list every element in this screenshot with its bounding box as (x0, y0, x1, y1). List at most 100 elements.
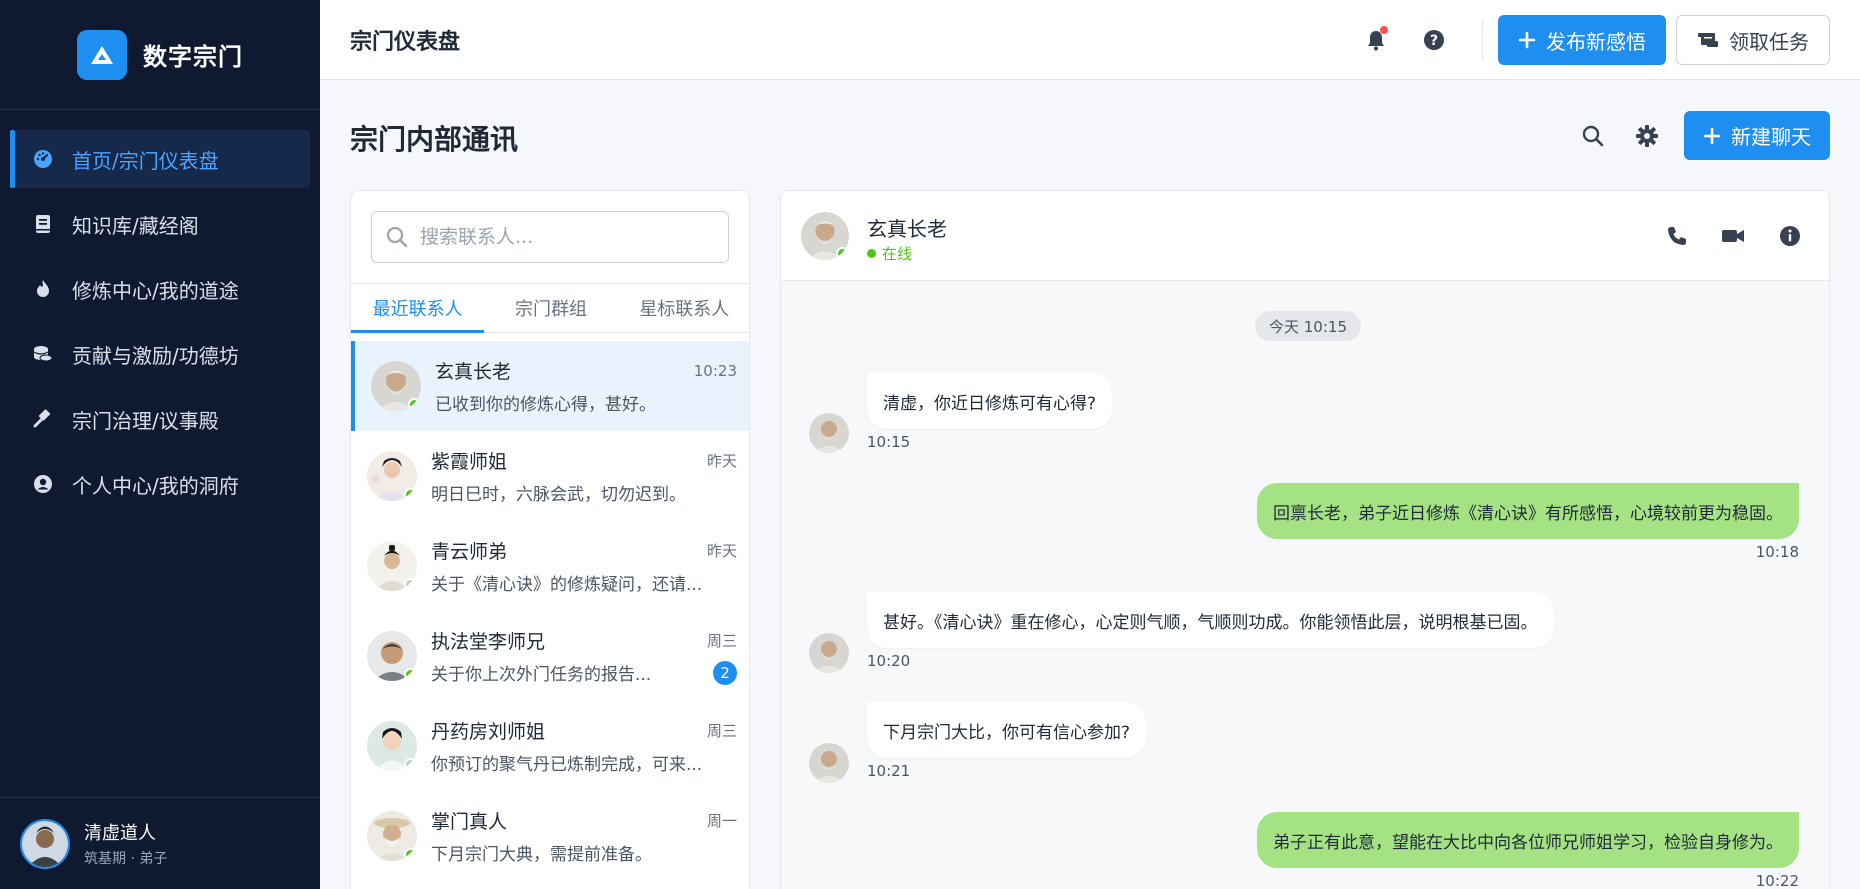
avatar (367, 631, 417, 681)
contact-last-message: 关于《清心诀》的修炼疑问，还请... (431, 575, 703, 595)
offline-status-dot (404, 758, 417, 771)
chat-header: 玄真长老 在线 (781, 191, 1829, 281)
message-bubble-outgoing: 弟子正有此意，望能在大比中向各位师兄师姐学习，检验自身修为。 (1257, 812, 1799, 868)
plus-icon (1518, 31, 1536, 49)
flame-icon (32, 278, 54, 300)
user-rank: 筑基期 · 弟子 (84, 851, 168, 867)
contact-item[interactable]: 玄真长老 10:23 已收到你的修炼心得，甚好。 (351, 341, 749, 431)
publish-insight-button[interactable]: 发布新感悟 (1498, 15, 1666, 65)
dashboard-gauge-icon (32, 148, 54, 170)
help-icon[interactable]: ? (1420, 26, 1448, 54)
message-bubble-incoming: 清虚，你近日修炼可有心得? (867, 373, 1113, 429)
chat-contact-name: 玄真长老 (867, 217, 947, 241)
sidebar-item-label: 首页/宗门仪表盘 (72, 148, 219, 173)
contact-item[interactable]: 执法堂李师兄 周三 关于你上次外门任务的报告... 2 (351, 611, 749, 701)
avatar (20, 818, 70, 869)
video-camera-icon[interactable] (1718, 221, 1748, 251)
contact-last-message: 关于你上次外门任务的报告... (431, 665, 652, 685)
contact-last-message: 已收到你的修炼心得，甚好。 (435, 395, 656, 415)
sidebar-nav: 首页/宗门仪表盘 知识库/藏经阁 修炼中心/我的道途 贡献与激励/功德坊 宗门治… (0, 110, 320, 513)
contact-search-input[interactable] (420, 226, 710, 248)
coins-icon (32, 343, 54, 365)
contact-item[interactable]: 青云师弟 昨天 关于《清心诀》的修炼疑问，还请... (351, 521, 749, 611)
contact-item[interactable]: 紫霞师姐 昨天 明日巳时，六脉会武，切勿迟到。 (351, 431, 749, 521)
page-title: 宗门内部通讯 (350, 123, 519, 156)
user-name: 清虚道人 (84, 823, 156, 844)
search-icon (386, 226, 408, 248)
contact-tabs: 最近联系人 宗门群组 星标联系人 (351, 283, 749, 333)
book-icon (32, 213, 54, 235)
message-bubble-incoming: 甚好。《清心诀》重在修心，心定则气顺，气顺则功成。你能领悟此层，说明根基已固。 (867, 592, 1554, 648)
avatar (367, 721, 417, 771)
sidebar-item-label: 宗门治理/议事殿 (72, 408, 219, 433)
sidebar-item-profile[interactable]: 个人中心/我的洞府 (10, 455, 310, 513)
contact-name: 紫霞师姐 (431, 451, 508, 473)
online-status-dot (404, 848, 417, 861)
user-circle-icon (32, 473, 54, 495)
current-user[interactable]: 清虚道人 筑基期 · 弟子 (0, 797, 320, 889)
message-time: 10:21 (867, 762, 911, 780)
sidebar-item-label: 个人中心/我的洞府 (72, 473, 239, 498)
sidebar-item-contribution[interactable]: 贡献与激励/功德坊 (10, 325, 310, 383)
sidebar: 数字宗门 首页/宗门仪表盘 知识库/藏经阁 修炼中心/我的道途 贡献与激励/功德… (0, 0, 320, 889)
contact-time: 10:23 (693, 361, 737, 380)
avatar (367, 451, 417, 501)
tab-recent[interactable]: 最近联系人 (351, 284, 485, 333)
header-divider (1482, 20, 1483, 60)
mountain-logo-icon (77, 29, 127, 80)
sidebar-item-knowledge[interactable]: 知识库/藏经阁 (10, 195, 310, 253)
tab-starred[interactable]: 星标联系人 (618, 284, 749, 332)
unread-badge: 2 (713, 660, 737, 685)
contacts-panel: 最近联系人 宗门群组 星标联系人 玄真长老 10:23 已收到你的修炼心得，甚好。… (350, 190, 750, 889)
publish-insight-label: 发布新感悟 (1546, 29, 1646, 54)
contact-item[interactable]: 丹药房刘师姐 周三 你预订的聚气丹已炼制完成，可来... (351, 701, 749, 791)
claim-task-label: 领取任务 (1729, 29, 1809, 54)
contact-time: 周三 (706, 722, 737, 740)
message-time: 10:20 (867, 652, 911, 670)
contact-time: 昨天 (706, 452, 737, 470)
contact-time: 周一 (706, 812, 737, 830)
avatar (801, 212, 849, 260)
search-icon[interactable] (1578, 121, 1608, 151)
page-header-title: 宗门仪表盘 (350, 30, 461, 55)
contact-last-message: 下月宗门大典，需提前准备。 (431, 845, 652, 865)
new-chat-button[interactable]: 新建聊天 (1684, 111, 1830, 160)
contact-item[interactable]: 掌门真人 周一 下月宗门大典，需提前准备。 (351, 791, 749, 881)
avatar (809, 743, 849, 783)
contact-list: 玄真长老 10:23 已收到你的修炼心得，甚好。 紫霞师姐 昨天 明日巳时，六脉会武… (351, 341, 749, 881)
brand-name: 数字宗门 (143, 43, 243, 71)
top-header: 宗门仪表盘 ? 发布新感悟 领取任务 (320, 0, 1860, 80)
plus-icon (1703, 127, 1721, 144)
info-icon[interactable] (1775, 221, 1805, 251)
sidebar-item-label: 修炼中心/我的道途 (72, 278, 239, 303)
brand[interactable]: 数字宗门 (0, 0, 320, 110)
contact-time: 昨天 (706, 542, 737, 560)
claim-task-button[interactable]: 领取任务 (1676, 15, 1830, 65)
message-bubble-incoming: 下月宗门大比，你可有信心参加? (867, 702, 1147, 758)
contact-search[interactable] (371, 211, 729, 263)
chat-online-status: 在线 (867, 243, 912, 264)
offline-status-dot (404, 578, 417, 591)
online-status-dot (404, 668, 417, 681)
avatar (809, 413, 849, 453)
message-time: 10:22 (1755, 872, 1799, 889)
gavel-icon (32, 408, 54, 430)
gear-icon[interactable] (1632, 121, 1662, 151)
message-bubble-outgoing: 回禀长老，弟子近日修炼《清心诀》有所感悟，心境较前更为稳固。 (1257, 483, 1799, 539)
sidebar-item-governance[interactable]: 宗门治理/议事殿 (10, 390, 310, 448)
phone-icon[interactable] (1662, 221, 1692, 251)
message-time: 10:15 (867, 433, 911, 451)
date-divider: 今天 10:15 (1255, 311, 1361, 341)
contact-last-message: 明日巳时，六脉会武，切勿迟到。 (431, 485, 686, 505)
sidebar-item-dashboard[interactable]: 首页/宗门仪表盘 (10, 130, 310, 188)
online-status-dot (836, 247, 849, 260)
sidebar-item-label: 知识库/藏经阁 (72, 213, 199, 238)
avatar (367, 811, 417, 861)
sidebar-item-cultivation[interactable]: 修炼中心/我的道途 (10, 260, 310, 318)
bell-icon[interactable] (1362, 26, 1390, 54)
contact-time: 周三 (706, 632, 737, 650)
contact-last-message: 你预订的聚气丹已炼制完成，可来... (431, 755, 703, 775)
tab-groups[interactable]: 宗门群组 (484, 284, 617, 332)
online-status-dot (408, 398, 421, 411)
avatar (371, 361, 421, 411)
